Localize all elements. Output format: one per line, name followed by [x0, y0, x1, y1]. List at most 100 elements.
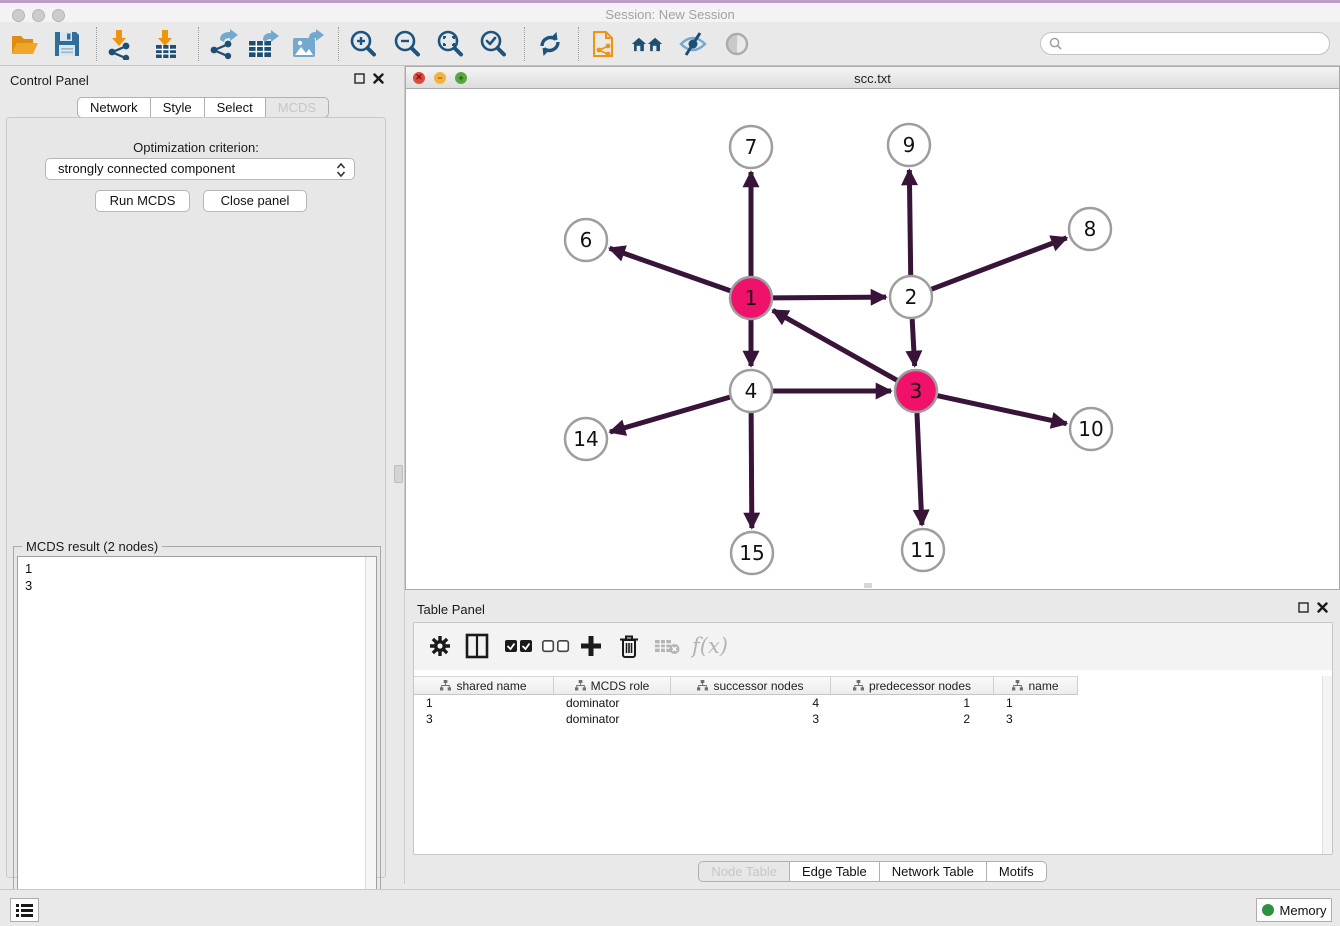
table-cell[interactable]: 1 [414, 695, 554, 711]
add-column-icon[interactable] [580, 632, 602, 660]
control-panel-header: Control Panel [0, 66, 392, 94]
table-cell[interactable]: 3 [994, 711, 1078, 727]
table-cell[interactable]: 4 [671, 695, 831, 711]
eye-disabled-icon[interactable] [720, 28, 754, 60]
table-panel-tabs: Node TableEdge TableNetwork TableMotifs [698, 861, 1046, 882]
column-header-MCDS-role[interactable]: MCDS role [554, 676, 671, 695]
graph-node-label: 15 [739, 541, 764, 565]
splitter-grip[interactable] [394, 465, 403, 483]
show-column-panel-icon[interactable] [465, 632, 489, 660]
graph-edge-3-11[interactable] [917, 413, 922, 525]
memory-button[interactable]: Memory [1256, 898, 1332, 922]
table-tab-network-table[interactable]: Network Table [880, 861, 987, 882]
table-tab-edge-table[interactable]: Edge Table [790, 861, 880, 882]
graph-node-4[interactable]: 4 [730, 370, 772, 412]
sort-hierarchy-icon [575, 680, 586, 691]
toolbar-separator [198, 27, 199, 61]
table-settings-gear-icon[interactable] [428, 632, 452, 660]
result-scrollbar[interactable] [365, 557, 376, 919]
delete-column-trash-icon[interactable] [618, 632, 640, 660]
float-table-panel-icon[interactable] [1298, 602, 1309, 613]
close-panel-button[interactable]: Close panel [203, 190, 307, 212]
deselect-all-icon[interactable] [542, 632, 570, 660]
graph-node-10[interactable]: 10 [1070, 408, 1112, 450]
column-header-label: shared name [456, 679, 526, 693]
graph-node-15[interactable]: 15 [731, 532, 773, 574]
export-network-icon[interactable] [205, 28, 239, 60]
graph-edge-4-15[interactable] [751, 413, 752, 528]
open-session-icon[interactable] [8, 28, 42, 60]
zoom-fit-icon[interactable] [433, 28, 467, 60]
graph-edge-1-6[interactable] [610, 248, 731, 290]
table-row[interactable]: 3dominator323 [414, 711, 1078, 727]
graph-node-1[interactable]: 1 [730, 277, 772, 319]
refresh-layout-icon[interactable] [533, 28, 567, 60]
graph-node-9[interactable]: 9 [888, 124, 930, 166]
tab-style[interactable]: Style [151, 97, 205, 118]
column-header-predecessor-nodes[interactable]: predecessor nodes [831, 676, 994, 695]
table-cell[interactable]: dominator [554, 695, 671, 711]
table-cell[interactable]: dominator [554, 711, 671, 727]
control-panel-tabs: NetworkStyleSelectMCDS [77, 97, 329, 118]
task-history-button[interactable] [10, 898, 39, 922]
application-window: Session: New Session [0, 0, 1340, 926]
graph-node-6[interactable]: 6 [565, 219, 607, 261]
graph-edge-2-3[interactable] [912, 319, 915, 366]
graph-node-8[interactable]: 8 [1069, 208, 1111, 250]
zoom-out-icon[interactable] [390, 28, 424, 60]
column-header-successor-nodes[interactable]: successor nodes [671, 676, 831, 695]
graph-node-11[interactable]: 11 [902, 529, 944, 571]
graph-node-3[interactable]: 3 [895, 370, 937, 412]
table-cell[interactable]: 1 [994, 695, 1078, 711]
graph-node-14[interactable]: 14 [565, 418, 607, 460]
graph-edge-4-14[interactable] [610, 397, 730, 432]
table-cell[interactable]: 3 [414, 711, 554, 727]
export-image-icon[interactable] [290, 28, 324, 60]
criterion-value: strongly connected component [58, 161, 235, 176]
duplicate-network-icon[interactable] [588, 28, 622, 60]
table-scrollbar[interactable] [1322, 676, 1332, 854]
close-panel-icon[interactable] [373, 73, 384, 84]
table-tab-node-table[interactable]: Node Table [698, 861, 790, 882]
table-cell[interactable]: 2 [831, 711, 994, 727]
export-table-icon[interactable] [246, 28, 280, 60]
criterion-select[interactable]: strongly connected component [45, 158, 355, 180]
run-mcds-button[interactable]: Run MCDS [95, 190, 190, 212]
canvas-grip[interactable] [864, 583, 872, 588]
table-cell[interactable]: 3 [671, 711, 831, 727]
graph-node-2[interactable]: 2 [890, 276, 932, 318]
table-tab-motifs[interactable]: Motifs [987, 861, 1047, 882]
mcds-result-title: MCDS result (2 nodes) [22, 539, 162, 554]
search-input[interactable] [1067, 37, 1329, 51]
tab-network[interactable]: Network [77, 97, 151, 118]
save-session-icon[interactable] [50, 28, 84, 60]
column-header-label: MCDS role [591, 679, 650, 693]
network-canvas[interactable]: 7 9 6 8 1 2 4 3 14 10 15 11 [406, 89, 1339, 589]
graph-node-label: 8 [1084, 217, 1097, 241]
tab-mcds[interactable]: MCDS [266, 97, 329, 118]
mcds-result-textarea[interactable]: 13 [17, 556, 377, 920]
zoom-selected-icon[interactable] [476, 28, 510, 60]
graph-edge-3-1[interactable] [773, 310, 897, 380]
graph-node-label: 9 [903, 133, 916, 157]
hide-panel-eye-icon[interactable] [676, 28, 710, 60]
graph-node-7[interactable]: 7 [730, 126, 772, 168]
table-row[interactable]: 1dominator411 [414, 695, 1078, 711]
column-header-name[interactable]: name [994, 676, 1078, 695]
table-cell[interactable]: 1 [831, 695, 994, 711]
function-builder-icon-disabled: f(x) [692, 632, 728, 660]
tab-select[interactable]: Select [205, 97, 266, 118]
select-all-icon[interactable] [505, 632, 533, 660]
import-table-icon[interactable] [148, 28, 182, 60]
close-table-panel-icon[interactable] [1317, 602, 1328, 613]
column-header-shared-name[interactable]: shared name [414, 676, 554, 695]
graph-edge-2-9[interactable] [909, 170, 910, 275]
zoom-in-icon[interactable] [346, 28, 380, 60]
control-panel-title: Control Panel [10, 73, 89, 88]
import-network-icon[interactable] [103, 28, 137, 60]
graph-edge-3-10[interactable] [937, 396, 1066, 424]
graph-edge-1-2[interactable] [773, 297, 886, 298]
graph-edge-2-8[interactable] [932, 238, 1067, 289]
first-neighbors-icon[interactable] [630, 28, 664, 60]
float-panel-icon[interactable] [354, 73, 365, 84]
